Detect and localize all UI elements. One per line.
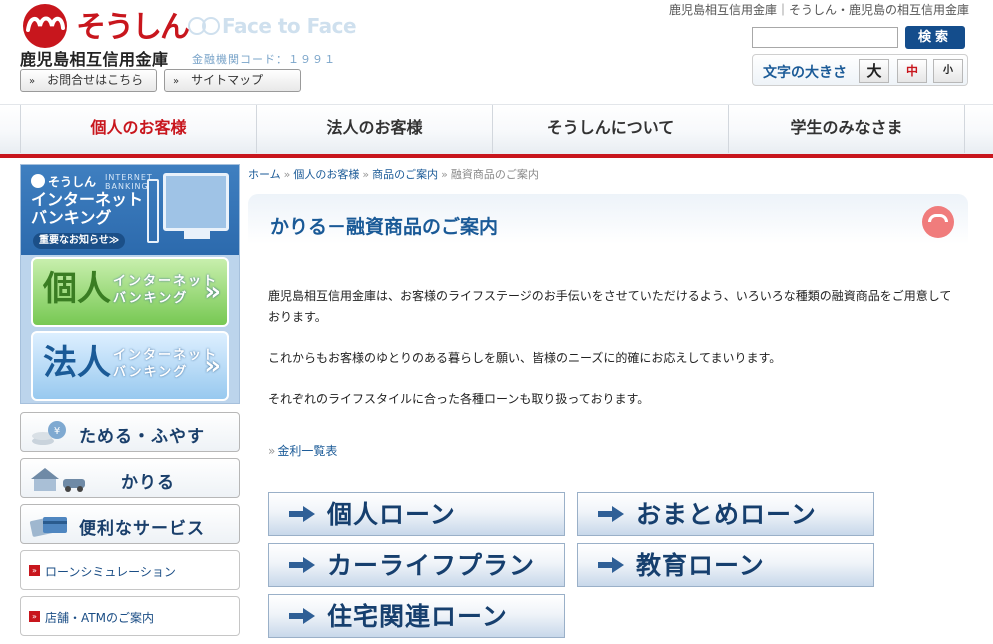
page-title-box: かりる－融資商品のご案内 (248, 194, 968, 244)
nav-about[interactable]: そうしんについて (493, 105, 729, 153)
intro-paragraph-3: それぞれのライフスタイルに合った各種ローンも取り扱っております。 (268, 392, 650, 406)
breadcrumb-separator: » (441, 168, 448, 181)
internet-banking-panel: そうしん INTERNET BANKING インターネット バンキング 重要なお… (20, 164, 240, 404)
personal-sub-line2: バンキング (113, 291, 189, 306)
intro-paragraph-2: これからもお客様のゆとりのある暮らしを願い、皆様のニーズに的確にお応えしてまいり… (268, 351, 782, 365)
chevron-right-icon: » (204, 351, 221, 381)
search-button[interactable]: 検索 (905, 26, 965, 49)
contact-button[interactable]: » お問合せはこちら (20, 69, 157, 92)
double-chevron-icon: » (29, 76, 36, 87)
coins-icon: ¥ (32, 421, 66, 445)
arrow-right-icon (289, 557, 315, 573)
nav-underline (0, 154, 993, 158)
car-life-plan-label: カーライフプラン (327, 551, 536, 580)
arrow-right-icon (598, 557, 624, 573)
bank-name: 鹿児島相互信用金庫 (20, 50, 169, 69)
corporate-internet-banking-button[interactable]: 法人 インターネット バンキング » (31, 331, 229, 401)
loan-simulation-label: ローンシミュレーション (45, 565, 176, 579)
intro-paragraph-1: 鹿児島相互信用金庫は、お客様のライフステージのお手伝いをさせていただけるよう、い… (268, 289, 952, 324)
ib-logo: そうしん (31, 173, 96, 190)
housing-loan-button[interactable]: 住宅関連ローン (268, 594, 565, 638)
svg-text:¥: ¥ (54, 426, 60, 437)
category-borrow-label: かりる (121, 473, 175, 493)
face-to-face-icon (188, 17, 220, 35)
ib-title-line2: バンキング (31, 208, 112, 227)
double-chevron-icon: » (173, 76, 180, 87)
monitor-icon (163, 173, 229, 239)
personal-internet-banking-button[interactable]: 個人 インターネット バンキング » (31, 257, 229, 327)
category-services-label: 便利なサービス (79, 519, 205, 539)
branch-atm-label: 店舗・ATMのご案内 (45, 611, 154, 625)
corporate-sub-line2: バンキング (113, 365, 189, 380)
contact-label: お問合せはこちら (47, 73, 144, 87)
arrow-right-icon (289, 608, 315, 624)
corporate-sub-line1: インターネット (113, 348, 219, 363)
soushin-mark-icon (922, 206, 954, 238)
rate-table-link[interactable]: » 金利一覧表 (268, 442, 337, 459)
font-size-switcher: 文字の大きさ 大 中 小 (752, 54, 968, 86)
personal-loan-label: 個人ローン (327, 500, 456, 529)
category-services[interactable]: 便利なサービス (20, 504, 240, 544)
font-size-label: 文字の大きさ (763, 65, 847, 81)
breadcrumb-personal[interactable]: 個人のお客様 (293, 168, 359, 181)
corporate-big-label: 法人 (43, 343, 111, 383)
chevron-right-icon: » (204, 277, 221, 307)
category-save[interactable]: ¥ ためる・ふやす (20, 412, 240, 452)
car-life-plan-button[interactable]: カーライフプラン (268, 543, 565, 587)
education-loan-button[interactable]: 教育ローン (577, 543, 874, 587)
bank-code: 金融機関コード：１９９１ (192, 53, 336, 66)
search-input[interactable] (752, 27, 898, 48)
breadcrumb-home[interactable]: ホーム (248, 168, 281, 181)
face-to-face-logo: Face to Face (188, 14, 357, 38)
breadcrumb-separator: » (362, 168, 370, 181)
education-loan-label: 教育ローン (636, 551, 765, 580)
breadcrumb: ホーム» 個人のお客様» 商品のご案内» 融資商品のご案内 (248, 166, 539, 182)
category-save-label: ためる・ふやす (79, 427, 205, 447)
double-chevron-icon: » (268, 444, 276, 458)
arrow-right-icon (598, 506, 624, 522)
soushin-logo-icon[interactable] (20, 4, 70, 48)
nav-personal[interactable]: 個人のお客様 (20, 105, 257, 153)
breadcrumb-current: 融資商品のご案内 (450, 168, 539, 181)
font-size-small-button[interactable]: 小 (933, 59, 963, 83)
breadcrumb-products[interactable]: 商品のご案内 (372, 168, 438, 181)
corporate-sub-label: インターネット バンキング (113, 347, 218, 381)
breadcrumb-separator: » (283, 168, 291, 181)
housing-loan-label: 住宅関連ローン (327, 602, 508, 631)
brand-logotype[interactable]: そうしん (76, 2, 190, 46)
global-nav: 個人のお客様 法人のお客様 そうしんについて 学生のみなさま (0, 104, 993, 158)
nav-students[interactable]: 学生のみなさま (729, 105, 965, 153)
double-chevron-icon: » (29, 565, 40, 576)
ib-title-line1: インターネット (31, 190, 144, 209)
personal-sub-line1: インターネット (113, 274, 219, 289)
category-borrow[interactable]: かりる (20, 458, 240, 498)
ib-notice-link[interactable]: 重要なお知らせ≫ (33, 233, 126, 249)
rate-table-label: 金利一覧表 (277, 444, 338, 458)
sitemap-label: サイトマップ (191, 73, 264, 87)
font-size-large-button[interactable]: 大 (859, 59, 889, 83)
loan-simulation-link[interactable]: » ローンシミュレーション (20, 550, 240, 590)
double-chevron-icon: » (29, 611, 40, 622)
personal-big-label: 個人 (43, 269, 111, 309)
house-and-car-icon (31, 468, 85, 492)
personal-loan-button[interactable]: 個人ローン (268, 492, 565, 536)
sitemap-button[interactable]: » サイトマップ (164, 69, 301, 92)
header-tagline: 鹿児島相互信用金庫｜そうしん・鹿児島の相互信用金庫 (668, 3, 969, 17)
personal-sub-label: インターネット バンキング (113, 273, 218, 307)
soushin-mini-logo-icon (31, 174, 45, 188)
arrow-right-icon (289, 506, 315, 522)
ib-logo-text: そうしん (48, 175, 97, 189)
cards-icon (29, 517, 67, 537)
ib-title: インターネット バンキング (31, 191, 143, 227)
face-to-face-text: Face to Face (222, 14, 357, 38)
computer-tower-icon (147, 179, 159, 243)
nav-corporate[interactable]: 法人のお客様 (257, 105, 493, 153)
page-title: かりる－融資商品のご案内 (270, 216, 499, 238)
consolidation-loan-label: おまとめローン (636, 500, 817, 529)
internet-banking-banner[interactable]: そうしん INTERNET BANKING インターネット バンキング 重要なお… (21, 165, 239, 255)
consolidation-loan-button[interactable]: おまとめローン (577, 492, 874, 536)
font-size-medium-button[interactable]: 中 (897, 59, 927, 83)
branch-atm-link[interactable]: » 店舗・ATMのご案内 (20, 596, 240, 636)
